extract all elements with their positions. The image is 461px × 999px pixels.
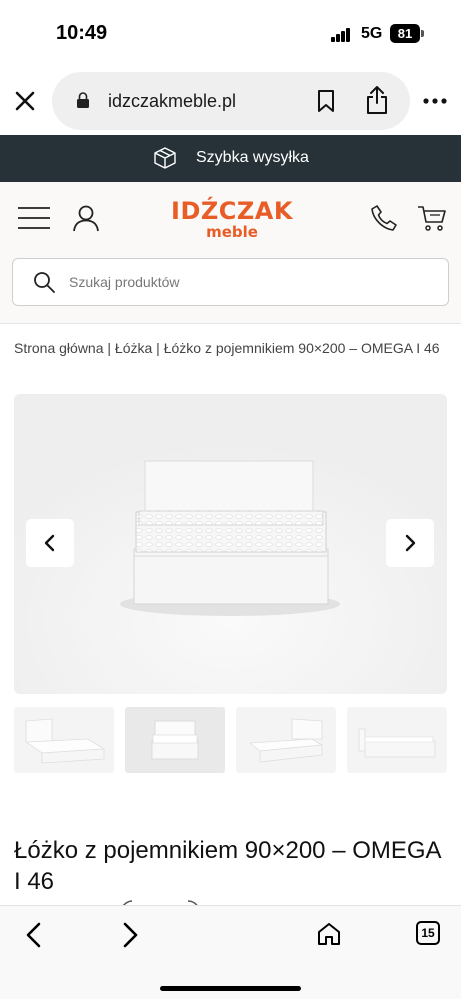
thumbnail-image xyxy=(24,718,106,764)
gallery-prev-button[interactable] xyxy=(26,519,74,567)
thumbnail-3[interactable] xyxy=(236,707,336,773)
forward-icon[interactable] xyxy=(118,920,142,950)
product-title: Łóżko z pojemnikiem 90×200 – OMEGA I 46 xyxy=(14,837,441,895)
thumbnail-2[interactable] xyxy=(125,707,225,773)
logo-sub: meble xyxy=(206,223,258,241)
box-icon xyxy=(154,147,176,169)
cart-icon[interactable] xyxy=(417,204,447,232)
battery-icon: 81 xyxy=(390,24,420,43)
browser-url-bar: idzczakmeble.pl xyxy=(0,62,461,136)
address-field[interactable]: idzczakmeble.pl xyxy=(52,72,410,130)
lock-icon xyxy=(77,92,89,108)
menu-icon[interactable] xyxy=(18,206,50,230)
chevron-left-icon xyxy=(44,534,55,552)
phone-icon[interactable] xyxy=(370,204,398,232)
thumbnail-1[interactable] xyxy=(14,707,114,773)
home-indicator xyxy=(160,986,301,991)
network-type: 5G xyxy=(361,25,383,42)
close-icon[interactable] xyxy=(12,88,38,114)
logo-main: IDŹCZAK xyxy=(171,197,293,225)
signal-icon xyxy=(331,28,353,42)
promo-text: Szybka wysyłka xyxy=(196,149,309,166)
back-icon[interactable] xyxy=(22,920,46,950)
account-icon[interactable] xyxy=(72,204,100,232)
chevron-right-icon xyxy=(405,534,416,552)
bookmark-icon[interactable] xyxy=(315,89,337,113)
share-icon[interactable] xyxy=(365,85,389,115)
site-header: IDŹCZAK meble Szukaj produktów xyxy=(0,182,461,324)
breadcrumb[interactable]: Strona główna | Łóżka | Łóżko z pojemnik… xyxy=(14,338,446,359)
thumbnail-4[interactable] xyxy=(347,707,447,773)
status-time: 10:49 xyxy=(56,22,108,44)
gallery-next-button[interactable] xyxy=(386,519,434,567)
thumbnail-image xyxy=(248,718,324,763)
more-icon[interactable] xyxy=(423,98,447,104)
product-image xyxy=(14,394,447,694)
status-bar: 10:49 5G 81 xyxy=(0,0,461,62)
search-icon xyxy=(34,272,55,293)
home-icon[interactable] xyxy=(316,921,342,947)
search-input[interactable]: Szukaj produktów xyxy=(12,258,449,306)
battery-tip xyxy=(421,30,424,37)
thumbnail-image xyxy=(151,720,199,760)
thumbnail-image xyxy=(358,728,436,758)
url-text: idzczakmeble.pl xyxy=(108,91,237,111)
tabs-button[interactable]: 15 xyxy=(416,921,440,945)
promo-banner: Szybka wysyłka xyxy=(0,135,461,182)
search-placeholder: Szukaj produktów xyxy=(69,274,180,290)
site-logo[interactable]: IDŹCZAK meble xyxy=(170,197,294,241)
gallery-thumbnails xyxy=(14,707,447,773)
browser-toolbar: 15 xyxy=(0,905,461,999)
product-gallery[interactable] xyxy=(14,394,447,694)
